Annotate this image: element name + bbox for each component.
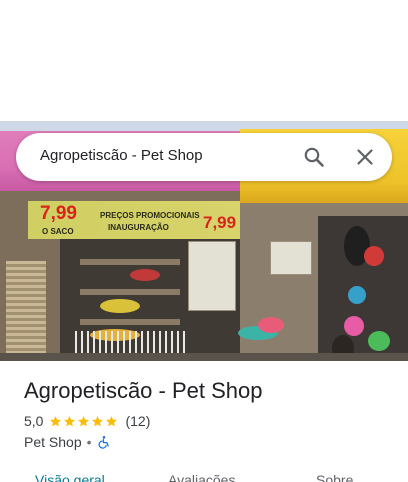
banner-price-left: 7,99	[40, 203, 77, 224]
star-icon	[50, 415, 62, 426]
photo-shelf	[80, 259, 180, 265]
banner-word: O SACO	[42, 227, 74, 236]
photo-store-banner: 7,99 O SACO PREÇOS PROMOCIONAIS INAUGURA…	[28, 201, 240, 239]
star-icon	[78, 415, 90, 426]
photo-product	[344, 316, 364, 336]
photo-poster	[270, 241, 312, 275]
photo-shelf	[80, 319, 180, 325]
photo-product	[130, 269, 160, 281]
rating-row[interactable]: 5,0 (12)	[24, 413, 150, 429]
photo-poster	[188, 241, 236, 311]
photo-broom	[258, 317, 284, 333]
star-icon	[92, 415, 104, 426]
place-category[interactable]: Pet Shop	[24, 434, 82, 450]
photo-product	[364, 246, 384, 266]
photo-product	[368, 331, 390, 351]
rating-value: 5,0	[24, 413, 44, 429]
banner-line2: INAUGURAÇÃO	[108, 223, 169, 232]
star-rating	[49, 415, 119, 428]
photo-product	[348, 286, 366, 304]
category-row: Pet Shop •	[24, 434, 111, 450]
photo-shelf	[80, 289, 180, 295]
search-icon[interactable]	[302, 145, 326, 169]
search-bar[interactable]: Agropetiscão - Pet Shop	[16, 133, 392, 181]
close-icon[interactable]	[353, 145, 377, 169]
separator-dot: •	[86, 434, 92, 450]
place-tabs: Visão geral Avaliações Sobre	[0, 472, 408, 482]
star-icon	[106, 415, 118, 426]
tab-overview[interactable]: Visão geral	[35, 472, 105, 482]
photo-product	[100, 299, 140, 313]
tab-about[interactable]: Sobre	[316, 472, 353, 482]
wheelchair-accessible-icon	[98, 436, 109, 449]
photo-side-door	[318, 216, 408, 361]
tab-reviews[interactable]: Avaliações	[168, 472, 235, 482]
reviews-count: (12)	[125, 413, 151, 429]
star-icon	[64, 415, 76, 426]
photo-gate	[6, 261, 46, 361]
banner-line1: PREÇOS PROMOCIONAIS	[100, 211, 200, 220]
banner-price-right: 7,99	[203, 213, 237, 232]
photo-floor	[0, 353, 408, 361]
search-input[interactable]: Agropetiscão - Pet Shop	[40, 147, 203, 164]
place-title: Agropetiscão - Pet Shop	[24, 378, 263, 403]
